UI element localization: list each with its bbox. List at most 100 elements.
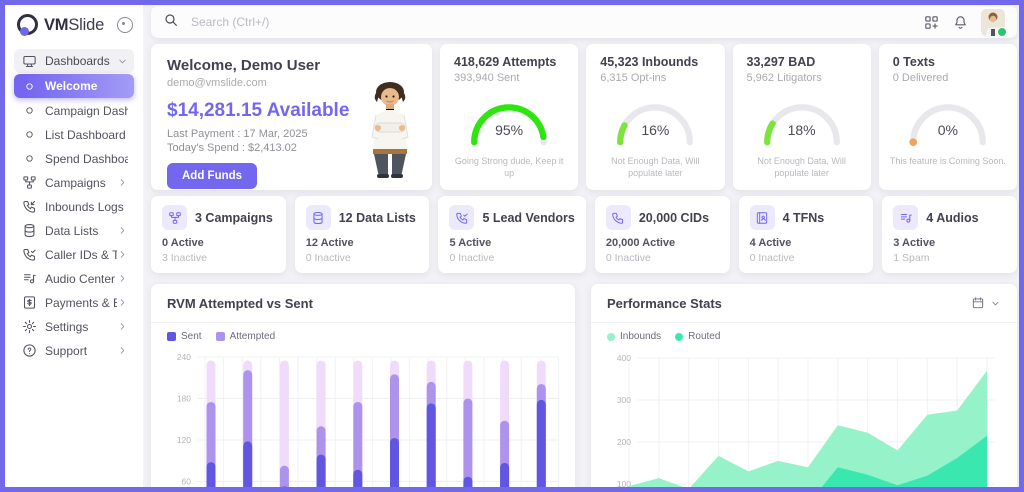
legend-item-inbounds[interactable]: Inbounds (607, 331, 661, 342)
rvm-bar-chart: 240 180 120 60 (177, 352, 559, 487)
chart-title: Performance Stats (607, 295, 722, 311)
svg-text:400: 400 (617, 353, 631, 363)
svg-text:300: 300 (617, 395, 631, 405)
search-bar[interactable] (163, 12, 923, 33)
svg-text:200: 200 (617, 437, 631, 447)
sidebar-item-campaign-dashboard[interactable]: Campaign Dashboard (14, 99, 134, 122)
sidebar-item-caller-ids-tfn[interactable]: Caller IDs & TFN (14, 243, 134, 266)
sidebar-item-list-dashboard[interactable]: List Dashboard (14, 123, 134, 146)
legend-item-attempted[interactable]: Attempted (215, 331, 275, 342)
sidebar-item-data-lists[interactable]: Data Lists (14, 219, 134, 242)
sidebar-nav: Dashboards Welcome Campaign Dashboard Li… (5, 45, 143, 362)
stat-title: 45,323 Inbounds (600, 55, 699, 69)
audio-playlist-icon (893, 205, 919, 230)
app-window: VMSlide Dashboards Welcome Campaign Dash… (0, 0, 1024, 492)
phone-call-icon (449, 205, 475, 230)
gauge-bad: 18% (750, 90, 854, 153)
resource-card-cids[interactable]: 20,000 CIDs 20,000 Active 0 Inactive (594, 196, 730, 273)
sidebar-item-payments-billing[interactable]: Payments & Billing (14, 291, 134, 314)
resource-row: 3 Campaigns 0 Active 3 Inactive 12 Data … (151, 196, 1017, 273)
stat-subtitle: 6,315 Opt-ins (600, 72, 667, 84)
bell-icon[interactable] (952, 14, 969, 31)
user-avatar[interactable] (981, 8, 1007, 37)
brand-name: VMSlide (44, 15, 105, 34)
stat-title: 33,297 BAD (746, 55, 816, 69)
circle-icon (20, 150, 38, 168)
rvm-chart-card: RVM Attempted vs Sent Sent Attempted 240… (151, 284, 575, 487)
stat-card-texts: 0 Texts 0 Delivered 0% This feature is C… (878, 44, 1017, 191)
stat-caption: Not Enough Data, Will populate later (757, 156, 846, 179)
performance-chart-card: Performance Stats Inbounds Routed 400 300… (591, 284, 1017, 489)
active-count: 4 Active (749, 237, 792, 249)
help-icon (20, 342, 38, 360)
sidebar-item-settings[interactable]: Settings (14, 315, 134, 338)
search-input[interactable] (189, 14, 493, 30)
circle-icon (20, 126, 38, 144)
phone-icon (20, 246, 38, 264)
stat-card-attempts: 418,629 Attempts 393,940 Sent 95% Going … (440, 44, 579, 191)
performance-legend: Inbounds Routed (591, 323, 1017, 344)
online-status-dot (997, 26, 1007, 37)
chevron-right-icon (117, 177, 128, 188)
active-count: 3 Active (893, 237, 936, 249)
gauge-percent: 18% (787, 122, 816, 138)
welcome-card: Welcome, Demo User demo@vmslide.com $14,… (151, 44, 432, 191)
brand-mark-icon (17, 14, 39, 36)
sidebar-item-audio-center[interactable]: Audio Center (14, 267, 134, 290)
secondary-count: 0 Inactive (305, 252, 351, 264)
svg-text:240: 240 (177, 352, 191, 362)
resource-card-campaigns[interactable]: 3 Campaigns 0 Active 3 Inactive (151, 196, 286, 273)
topbar-actions (923, 8, 1007, 37)
gauge-inbounds: 16% (603, 90, 707, 153)
database-icon (20, 222, 38, 240)
sidebar-pin-toggle-icon[interactable] (117, 17, 133, 33)
chart-title: RVM Attempted vs Sent (167, 295, 313, 311)
circle-icon (20, 102, 38, 120)
sidebar-item-dashboards[interactable]: Dashboards (14, 49, 134, 73)
date-filter[interactable] (971, 296, 1001, 310)
svg-text:180: 180 (177, 394, 191, 404)
active-count: 20,000 Active (605, 237, 676, 249)
sitemap-icon (162, 205, 187, 230)
performance-area-chart: 400 300 200 100 (617, 353, 995, 489)
stat-title: 418,629 Attempts (454, 55, 557, 69)
gauge-attempts: 95% (457, 90, 561, 153)
sidebar-item-welcome[interactable]: Welcome (14, 74, 134, 98)
legend-item-routed[interactable]: Routed (675, 331, 720, 342)
resource-card-lead-vendors[interactable]: 5 Lead Vendors 5 Active 0 Inactive (438, 196, 586, 273)
active-count: 0 Active (162, 237, 204, 249)
chevron-down-icon (990, 298, 1001, 309)
secondary-count: 0 Inactive (449, 252, 495, 264)
sidebar-item-inbounds-logs[interactable]: Inbounds Logs (14, 195, 134, 218)
chevron-down-icon (117, 56, 128, 67)
grid-plus-icon[interactable] (923, 14, 940, 31)
stat-caption: Not Enough Data, Will populate later (611, 156, 700, 179)
resource-card-data-lists[interactable]: 12 Data Lists 12 Active 0 Inactive (294, 196, 430, 273)
resource-card-tfns[interactable]: 4 TFNs 4 Active 0 Inactive (738, 196, 874, 273)
phone-icon (605, 205, 631, 230)
sidebar-item-spend-dashboard[interactable]: Spend Dashboard (14, 147, 134, 170)
chevron-right-icon (117, 345, 128, 356)
stats-row: Welcome, Demo User demo@vmslide.com $14,… (151, 44, 1017, 191)
gauge-texts: 0% (896, 90, 1000, 153)
sidebar-item-campaigns[interactable]: Campaigns (14, 171, 134, 194)
stat-title: 0 Texts (892, 55, 935, 69)
invoice-icon (20, 294, 38, 312)
chevron-right-icon (117, 273, 128, 284)
gauge-percent: 16% (641, 122, 670, 138)
calendar-icon (971, 296, 985, 310)
active-count: 5 Active (449, 237, 492, 249)
sidebar-item-support[interactable]: Support (14, 339, 134, 362)
sidebar: VMSlide Dashboards Welcome Campaign Dash… (5, 5, 143, 487)
monitor-icon (20, 52, 38, 70)
svg-text:100: 100 (617, 479, 631, 489)
add-funds-button[interactable]: Add Funds (167, 163, 258, 189)
sitemap-icon (20, 174, 38, 192)
resource-card-audios[interactable]: 4 Audios 3 Active 1 Spam (882, 196, 1017, 273)
audio-playlist-icon (20, 270, 38, 288)
stat-card-bad: 33,297 BAD 5,962 Litigators 18% Not Enou… (732, 44, 871, 191)
stat-subtitle: 0 Delivered (892, 72, 949, 84)
brand-logo[interactable]: VMSlide (5, 5, 143, 45)
topbar (151, 6, 1017, 38)
legend-item-sent[interactable]: Sent (167, 331, 202, 342)
